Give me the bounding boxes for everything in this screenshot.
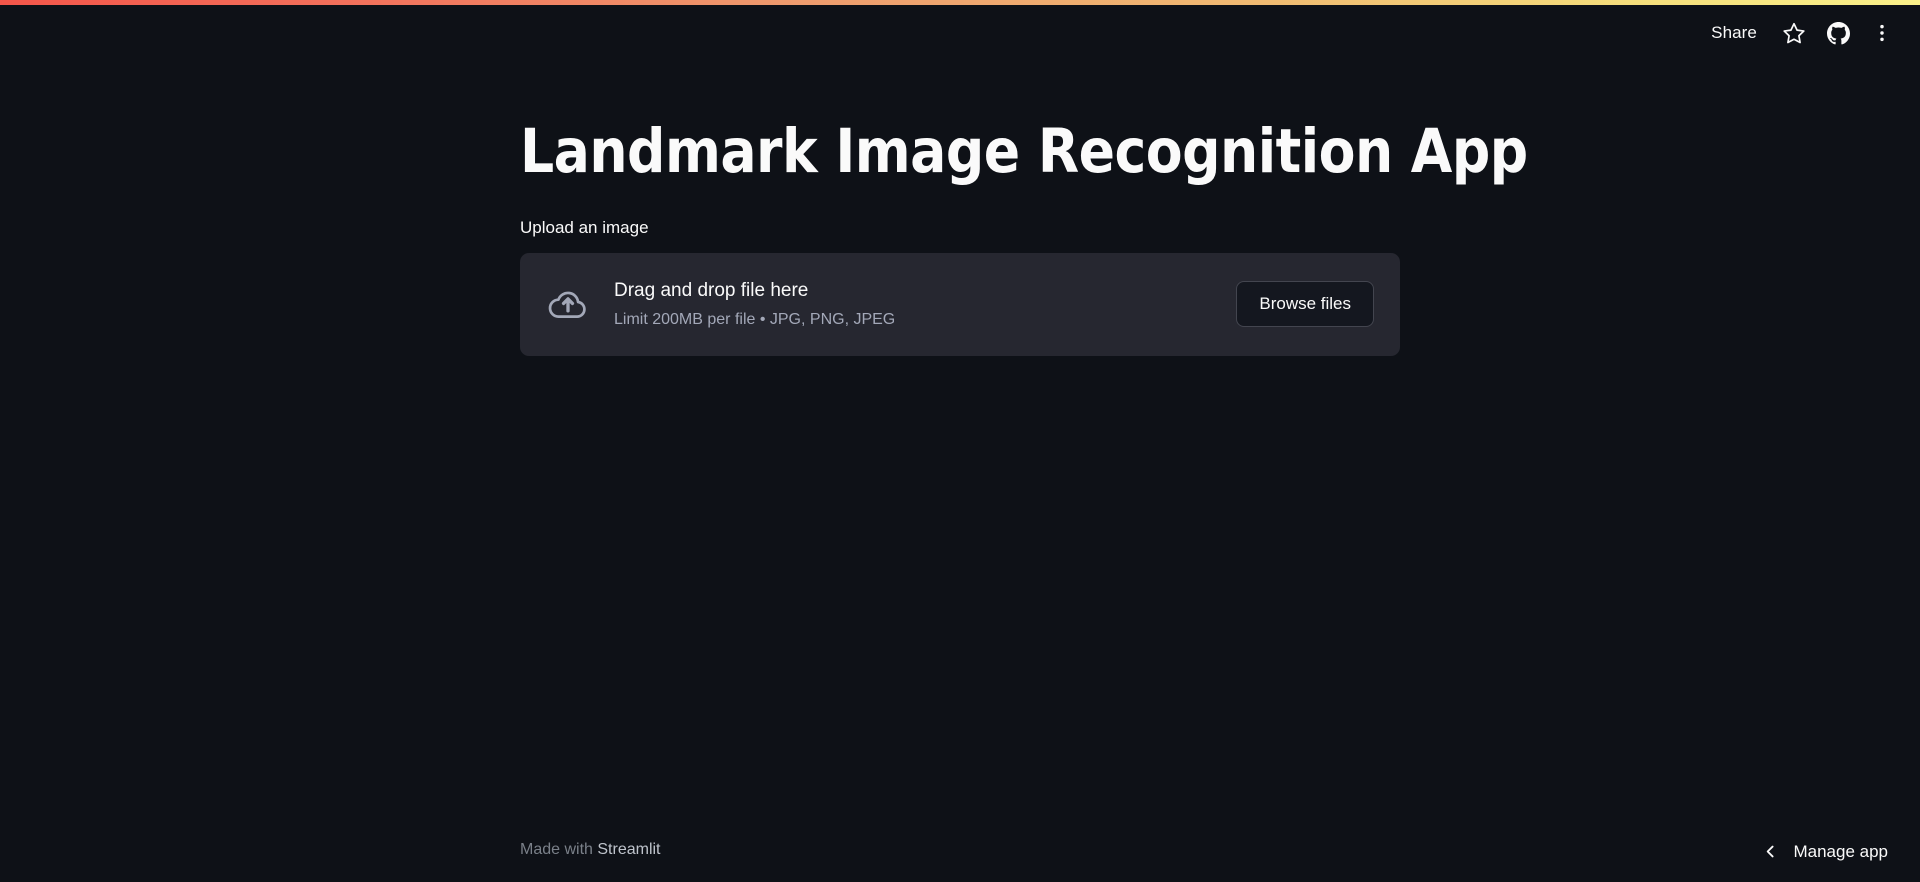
github-icon[interactable] <box>1818 13 1858 53</box>
chevron-left-icon <box>1761 843 1779 861</box>
cloud-upload-icon <box>542 278 594 330</box>
browse-files-button[interactable]: Browse files <box>1236 280 1374 328</box>
file-uploader-label: Upload an image <box>520 218 649 238</box>
page-title: Landmark Image Recognition App <box>520 116 1528 187</box>
streamlit-brand-link[interactable]: Streamlit <box>597 841 660 858</box>
dropzone-text-group: Drag and drop file here Limit 200MB per … <box>614 277 1236 331</box>
top-gradient-bar <box>0 0 1920 5</box>
made-with-text: Made with <box>520 841 593 858</box>
manage-app-label: Manage app <box>1793 841 1888 861</box>
dropzone-hint: Limit 200MB per file • JPG, PNG, JPEG <box>614 310 896 328</box>
manage-app-button[interactable]: Manage app <box>1751 833 1902 871</box>
app-footer: Made with Streamlit Manage app <box>0 821 1920 882</box>
made-with-streamlit-credit: Made with Streamlit <box>520 839 661 861</box>
main-content-area: Landmark Image Recognition App Upload an… <box>0 61 1920 821</box>
more-vertical-icon[interactable] <box>1862 13 1902 53</box>
app-header: Share <box>0 5 1920 61</box>
file-dropzone[interactable]: Drag and drop file here Limit 200MB per … <box>520 252 1400 356</box>
star-icon[interactable] <box>1774 13 1814 53</box>
content-column: Landmark Image Recognition App Upload an… <box>520 116 1528 356</box>
dropzone-title: Drag and drop file here <box>614 280 809 302</box>
share-button[interactable]: Share <box>1698 16 1770 50</box>
